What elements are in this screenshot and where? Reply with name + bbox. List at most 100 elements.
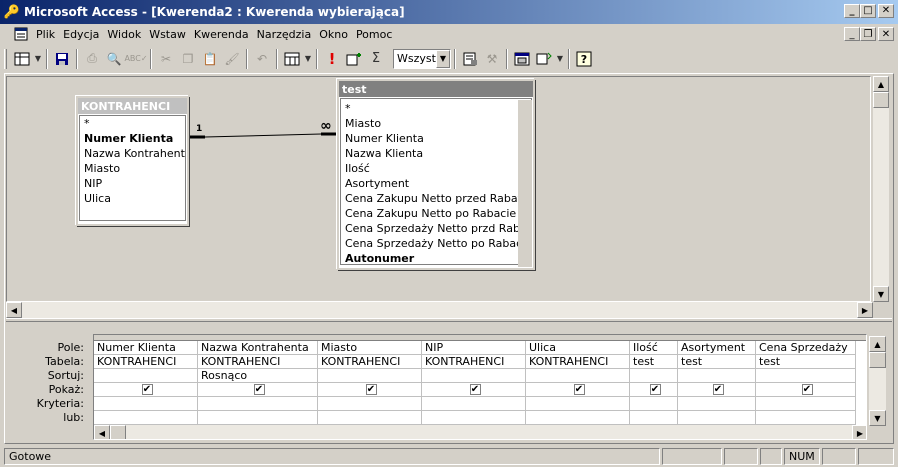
show-checkbox[interactable]: ✔ bbox=[253, 384, 265, 395]
grid-hscrollbar[interactable]: ◀ ▶ bbox=[94, 425, 866, 439]
grid-cell-sort[interactable] bbox=[318, 369, 421, 383]
table-title[interactable]: KONTRAHENCI bbox=[78, 98, 187, 114]
join-one-label: 1 bbox=[196, 124, 203, 134]
upper-hscrollbar[interactable]: ◀ ▶ bbox=[6, 302, 873, 318]
grid-cell-or[interactable] bbox=[678, 411, 755, 425]
scroll-right-icon[interactable]: ▶ bbox=[852, 425, 866, 439]
grid-cell-or[interactable] bbox=[198, 411, 317, 425]
grid-cell-field[interactable]: Numer Klienta bbox=[94, 341, 197, 355]
grid-cell-table[interactable]: KONTRAHENCI bbox=[318, 355, 421, 369]
scroll-down-icon[interactable]: ▼ bbox=[873, 286, 889, 302]
grid-cell-criteria[interactable] bbox=[756, 397, 855, 411]
scroll-thumb[interactable] bbox=[869, 352, 886, 368]
grid-cell-criteria[interactable] bbox=[318, 397, 421, 411]
grid-cell-field[interactable]: Nazwa Kontrahenta bbox=[198, 341, 317, 355]
table-kontrahenci[interactable]: KONTRAHENCI * Numer Klienta Nazwa Kontra… bbox=[76, 96, 189, 226]
scroll-down-icon[interactable]: ▼ bbox=[869, 410, 886, 426]
grid-cell-show: ✔ bbox=[198, 383, 317, 397]
grid-cell-table[interactable]: test bbox=[678, 355, 755, 369]
status-panel bbox=[822, 448, 856, 465]
grid-cell-sort[interactable] bbox=[526, 369, 629, 383]
field-item[interactable]: Ilość bbox=[341, 161, 531, 176]
join-many-label: ∞ bbox=[320, 118, 332, 134]
field-item[interactable]: Autonumer bbox=[341, 251, 531, 266]
show-checkbox[interactable]: ✔ bbox=[801, 384, 813, 395]
table-test[interactable]: test * Miasto Numer Klienta Nazwa Klient… bbox=[337, 79, 535, 270]
grid-cell-sort[interactable]: Rosnąco bbox=[198, 369, 317, 383]
row-label-pole: Pole: bbox=[57, 341, 84, 354]
field-item[interactable]: Cena Zakupu Netto po Rabacie bbox=[341, 206, 531, 221]
grid-cell-or[interactable] bbox=[318, 411, 421, 425]
grid-cell-criteria[interactable] bbox=[198, 397, 317, 411]
field-item[interactable]: NIP bbox=[80, 176, 185, 191]
query-design-grid: Numer Klienta KONTRAHENCI ✔ Nazwa Kontra… bbox=[93, 334, 867, 440]
field-item[interactable]: Cena Zakupu Netto przed Rabatu bbox=[341, 191, 531, 206]
field-item[interactable]: Miasto bbox=[341, 116, 531, 131]
grid-cell-or[interactable] bbox=[630, 411, 677, 425]
grid-vscrollbar[interactable]: ▲ ▼ bbox=[869, 336, 886, 426]
show-checkbox[interactable]: ✔ bbox=[469, 384, 481, 395]
grid-cell-table[interactable]: KONTRAHENCI bbox=[526, 355, 629, 369]
grid-cell-table[interactable]: KONTRAHENCI bbox=[94, 355, 197, 369]
field-item[interactable]: Numer Klienta bbox=[341, 131, 531, 146]
grid-cell-criteria[interactable] bbox=[422, 397, 525, 411]
scroll-up-icon[interactable]: ▲ bbox=[869, 336, 886, 352]
num-lock-indicator: NUM bbox=[784, 448, 820, 465]
grid-cell-field[interactable]: Cena Sprzedaży bbox=[756, 341, 855, 355]
grid-cell-field[interactable]: Ulica bbox=[526, 341, 629, 355]
status-bar: Gotowe NUM bbox=[0, 446, 898, 467]
field-item[interactable]: Nazwa Klienta bbox=[341, 146, 531, 161]
field-item[interactable]: * bbox=[80, 116, 185, 131]
grid-cell-sort[interactable] bbox=[94, 369, 197, 383]
status-panel bbox=[724, 448, 758, 465]
grid-cell-table[interactable]: KONTRAHENCI bbox=[198, 355, 317, 369]
grid-cell-sort[interactable] bbox=[422, 369, 525, 383]
grid-cell-sort[interactable] bbox=[678, 369, 755, 383]
scroll-up-icon[interactable]: ▲ bbox=[873, 76, 889, 92]
field-item[interactable]: Ulica bbox=[80, 191, 185, 206]
grid-cell-or[interactable] bbox=[526, 411, 629, 425]
scroll-thumb[interactable] bbox=[873, 92, 889, 108]
scroll-right-icon[interactable]: ▶ bbox=[857, 302, 873, 318]
grid-cell-table[interactable]: test bbox=[756, 355, 855, 369]
show-checkbox[interactable]: ✔ bbox=[649, 384, 661, 395]
scroll-left-icon[interactable]: ◀ bbox=[6, 302, 22, 318]
grid-cell-field[interactable]: Asortyment bbox=[678, 341, 755, 355]
grid-cell-or[interactable] bbox=[94, 411, 197, 425]
grid-cell-field[interactable]: NIP bbox=[422, 341, 525, 355]
grid-cell-sort[interactable] bbox=[756, 369, 855, 383]
grid-cell-field[interactable]: Miasto bbox=[318, 341, 421, 355]
table-title[interactable]: test bbox=[339, 81, 533, 97]
field-item[interactable]: * bbox=[341, 101, 531, 116]
show-checkbox[interactable]: ✔ bbox=[712, 384, 724, 395]
row-label-lub: lub: bbox=[63, 411, 84, 424]
show-checkbox[interactable]: ✔ bbox=[573, 384, 585, 395]
grid-cell-criteria[interactable] bbox=[630, 397, 677, 411]
show-checkbox[interactable]: ✔ bbox=[141, 384, 153, 395]
field-item[interactable]: Numer Klienta bbox=[80, 131, 185, 146]
field-item[interactable]: Miasto bbox=[80, 161, 185, 176]
grid-cell-table[interactable]: test bbox=[630, 355, 677, 369]
field-item[interactable]: Asortyment bbox=[341, 176, 531, 191]
field-item[interactable]: Cena Sprzedaży Netto po Rabacie bbox=[341, 236, 531, 251]
show-checkbox[interactable]: ✔ bbox=[365, 384, 377, 395]
grid-cell-criteria[interactable] bbox=[94, 397, 197, 411]
table-test-scrollbar[interactable] bbox=[518, 100, 532, 267]
pane-splitter[interactable] bbox=[6, 318, 892, 322]
field-item[interactable]: Cena Sprzedaży Netto przd Rabatu bbox=[341, 221, 531, 236]
grid-cell-table[interactable]: KONTRAHENCI bbox=[422, 355, 525, 369]
grid-cell-show: ✔ bbox=[756, 383, 855, 397]
row-label-sortuj: Sortuj: bbox=[47, 369, 84, 382]
upper-vscrollbar[interactable]: ▲ ▼ bbox=[873, 76, 889, 302]
grid-cell-criteria[interactable] bbox=[678, 397, 755, 411]
status-text: Gotowe bbox=[4, 448, 660, 465]
row-label-pokaz: Pokaż: bbox=[48, 383, 84, 396]
grid-cell-sort[interactable] bbox=[630, 369, 677, 383]
field-item[interactable]: Nazwa Kontrahenta bbox=[80, 146, 185, 161]
grid-cell-or[interactable] bbox=[422, 411, 525, 425]
grid-cell-or[interactable] bbox=[756, 411, 855, 425]
grid-cell-criteria[interactable] bbox=[526, 397, 629, 411]
scroll-left-icon[interactable]: ◀ bbox=[94, 425, 110, 439]
grid-cell-field[interactable]: Ilość bbox=[630, 341, 677, 355]
scroll-thumb[interactable] bbox=[110, 425, 126, 439]
